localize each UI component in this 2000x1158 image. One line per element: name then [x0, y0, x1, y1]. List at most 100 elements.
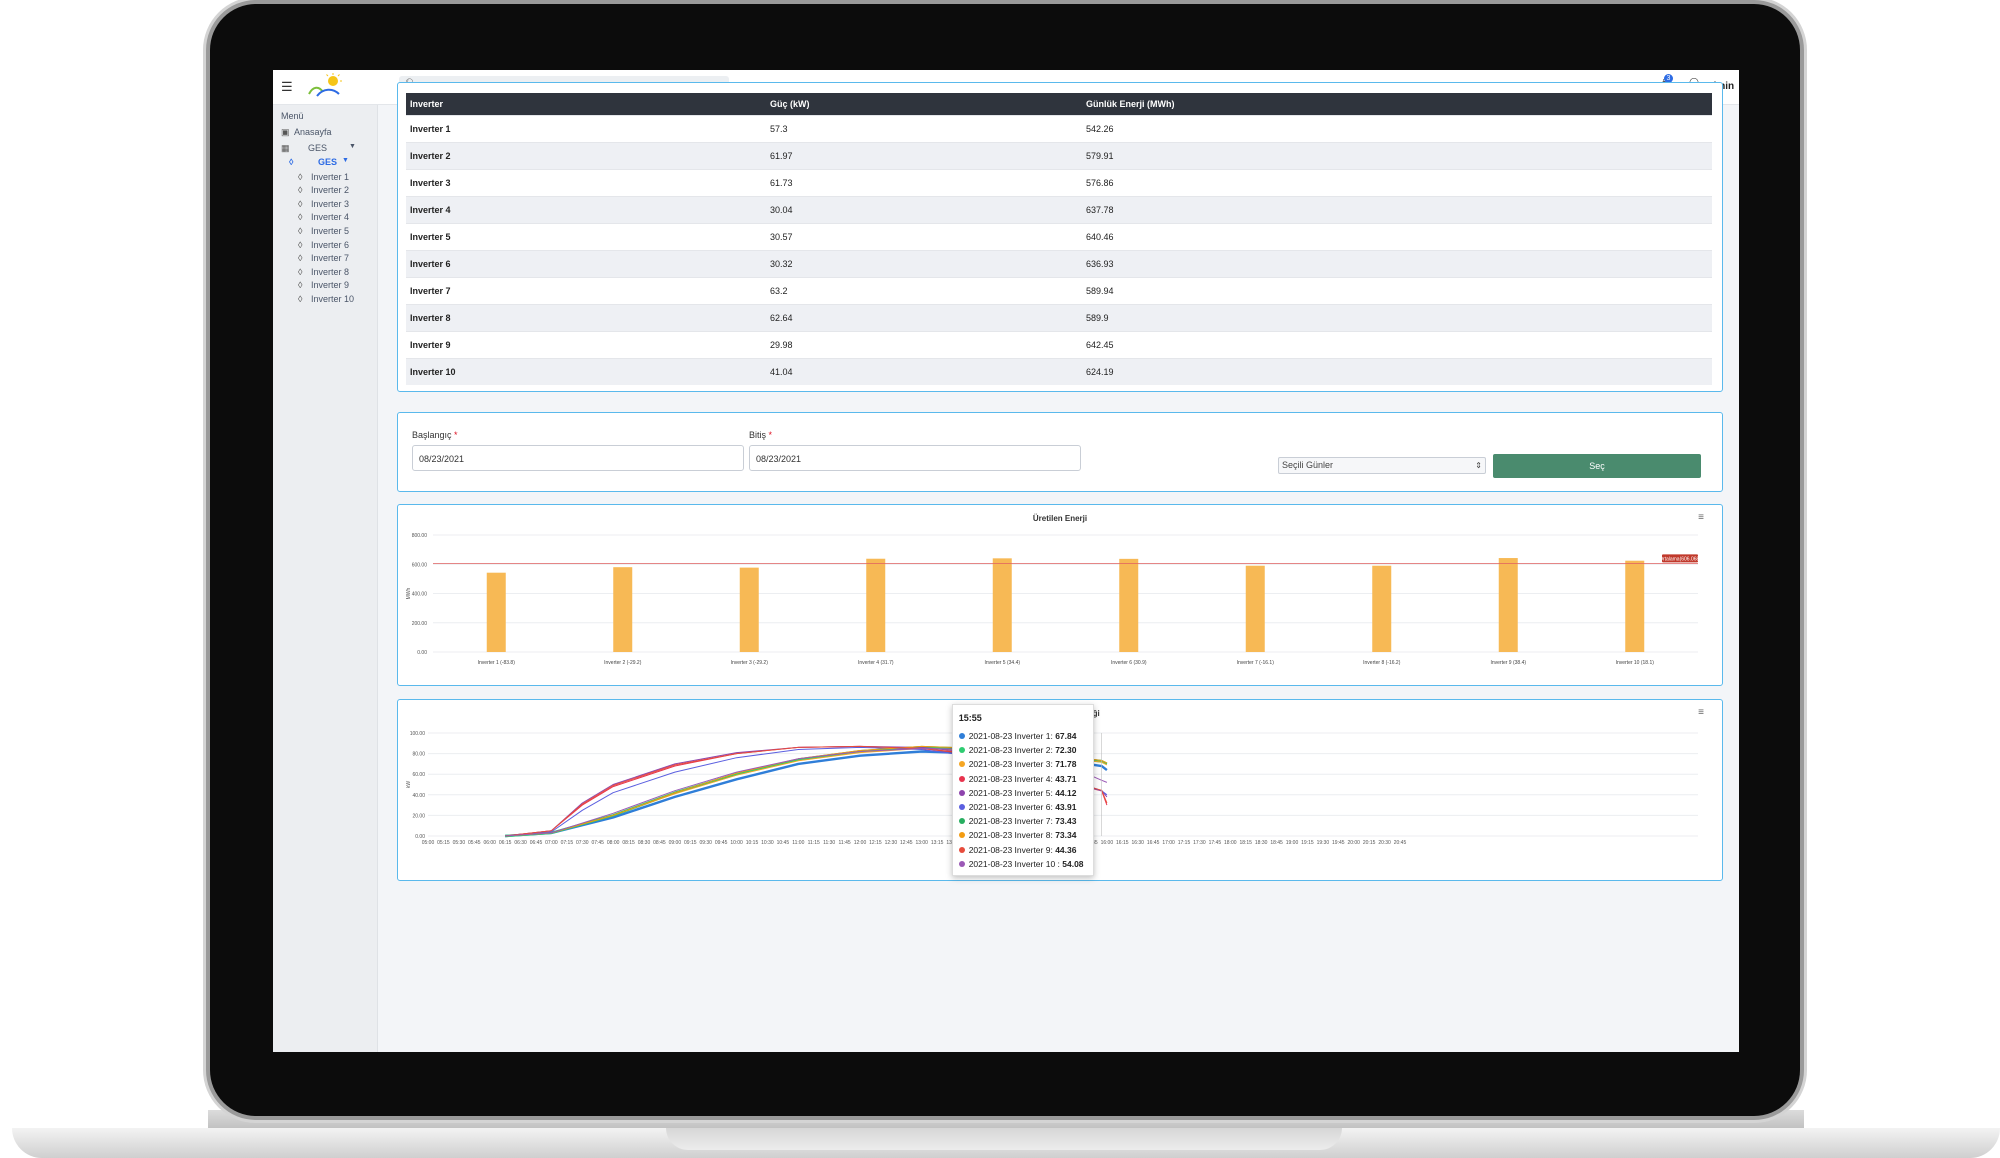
sidebar-item-inverter-8[interactable]: ◊ Inverter 8	[298, 267, 349, 277]
sidebar-item-inverter-10[interactable]: ◊ Inverter 10	[298, 294, 354, 304]
x-tick-label: 18:45	[1270, 840, 1283, 846]
x-tick-label: 11:00	[792, 840, 804, 846]
bar	[1119, 558, 1139, 652]
solar-panel-icon: ◊	[289, 157, 294, 167]
series-dot-icon	[958, 804, 965, 810]
hamburger-menu-icon[interactable]: ☰	[281, 79, 293, 95]
table-row: Inverter 7 63.2 589.94	[406, 277, 1712, 305]
x-tick-label: Inverter 6 (30.9)	[1111, 660, 1147, 666]
monitor-icon: ▣	[281, 127, 290, 137]
sidebar-item-home[interactable]: ▣ Anasayfa	[281, 127, 332, 138]
start-date-input[interactable]: 08/23/2021	[412, 445, 744, 471]
y-tick-label: 80.00	[412, 752, 425, 758]
x-tick-label: 16:15	[1116, 840, 1129, 846]
energy-cell: 624.19	[1082, 358, 1712, 385]
table-row: Inverter 6 30.32 636.93	[406, 250, 1712, 278]
column-header[interactable]: Inverter	[406, 93, 766, 116]
column-header[interactable]: Güç (kW)	[766, 93, 1082, 116]
table-row: Inverter 2 61.97 579.91	[406, 142, 1712, 170]
inverter-name-cell: Inverter 5	[406, 223, 766, 251]
table-header-row: Inverter Güç (kW) Günlük Enerji (MWh)	[406, 93, 1712, 116]
y-tick-label: 0.00	[417, 650, 427, 656]
y-tick-label: 60.00	[412, 772, 425, 778]
energy-cell: 579.91	[1082, 142, 1712, 170]
caret-down-icon: ▼	[342, 157, 349, 164]
x-tick-label: 07:15	[561, 840, 574, 846]
x-tick-label: 08:00	[607, 840, 620, 846]
table-row: Inverter 4 30.04 637.78	[406, 196, 1712, 224]
tooltip-series-name: 2021-08-23 Inverter 9:	[968, 844, 1056, 855]
x-tick-label: Inverter 9 (38.4)	[1490, 660, 1526, 666]
tooltip-series-name: 2021-08-23 Inverter 7:	[968, 816, 1056, 827]
energy-cell: 642.45	[1082, 331, 1712, 359]
energy-cell: 637.78	[1082, 196, 1712, 224]
x-tick-label: 13:00	[915, 840, 928, 846]
solar-panel-icon: ◊	[298, 240, 303, 250]
table-row: Inverter 8 62.64 589.9	[406, 304, 1712, 332]
y-tick-label: 200.00	[412, 621, 428, 627]
table-row: Inverter 10 41.04 624.19	[406, 358, 1712, 385]
table-row: Inverter 5 30.57 640.46	[406, 223, 1712, 251]
sidebar-item-inverter-7[interactable]: ◊ Inverter 7	[298, 253, 349, 263]
x-tick-label: Inverter 10 (18.1)	[1616, 660, 1655, 666]
inverter-name-cell: Inverter 8	[406, 304, 766, 332]
tooltip-row: 2021-08-23 Inverter 3: 71.78	[958, 759, 1077, 770]
solar-panel-icon: ◊	[298, 199, 303, 209]
end-date-input[interactable]: 08/23/2021	[749, 445, 1081, 471]
inverter-name-cell: Inverter 1	[406, 115, 766, 143]
sidebar-item-inverter-3[interactable]: ◊ Inverter 3	[298, 199, 349, 209]
x-tick-label: Inverter 5 (34.4)	[984, 660, 1020, 666]
select-button[interactable]: Seç	[1493, 454, 1701, 478]
sidebar-item-ges-sub[interactable]: ◊ GES ▼	[289, 157, 361, 167]
x-tick-label: 10:00	[730, 840, 743, 846]
y-axis-label: MWh	[406, 587, 412, 599]
x-tick-label: 05:30	[453, 840, 466, 846]
x-tick-label: 07:45	[591, 840, 604, 846]
inverter-name-cell: Inverter 10	[406, 358, 766, 385]
tooltip-value: 54.08	[1062, 858, 1084, 869]
x-tick-label: 16:30	[1131, 840, 1144, 846]
energy-cell: 636.93	[1082, 250, 1712, 278]
column-header[interactable]: Günlük Enerji (MWh)	[1082, 93, 1712, 116]
inverter-table-panel: Inverter Güç (kW) Günlük Enerji (MWh) In…	[397, 82, 1723, 392]
x-tick-label: 07:30	[576, 840, 589, 846]
sidebar-item-label: Inverter 1	[311, 172, 350, 182]
solar-panel-icon: ◊	[298, 294, 303, 304]
days-select[interactable]: Seçili Günler ⇕	[1278, 457, 1486, 474]
sidebar-item-ges-group[interactable]: ▦ GES ▼	[281, 143, 361, 154]
building-icon: ▦	[281, 143, 290, 153]
energy-cell: 589.9	[1082, 304, 1712, 332]
average-label: Ortalama(606.068)	[1659, 556, 1701, 562]
sidebar-item-inverter-5[interactable]: ◊ Inverter 5	[298, 226, 349, 236]
inverter-name-cell: Inverter 2	[406, 142, 766, 170]
tooltip-value: 71.78	[1055, 759, 1077, 770]
tooltip-row: 2021-08-23 Inverter 8: 73.34	[958, 830, 1076, 840]
tooltip-time: 15:55	[958, 713, 982, 723]
table-row: Inverter 3 61.73 576.86	[406, 169, 1712, 197]
x-tick-label: 08:15	[622, 840, 635, 846]
solar-panel-icon: ◊	[298, 280, 303, 290]
tooltip-row: 2021-08-23 Inverter 10 : 54.08	[958, 858, 1084, 869]
select-arrows-icon: ⇕	[1475, 461, 1482, 470]
x-tick-label: 12:15	[869, 840, 882, 846]
y-tick-label: 40.00	[412, 793, 425, 799]
x-tick-label: 09:45	[715, 840, 728, 846]
solar-panel-icon: ◊	[298, 253, 303, 263]
x-tick-label: 05:00	[422, 840, 435, 846]
sidebar-item-inverter-2[interactable]: ◊ Inverter 2	[298, 185, 349, 195]
x-tick-label: 12:00	[854, 840, 867, 846]
sidebar-item-label: Inverter 2	[311, 185, 350, 195]
power-cell: 63.2	[766, 277, 1082, 305]
chart-tooltip: 15:55 2021-08-23 Inverter 1: 67.84 2021-0…	[951, 704, 1094, 876]
bar	[1625, 560, 1645, 652]
energy-cell: 542.26	[1082, 115, 1712, 143]
tooltip-row: 2021-08-23 Inverter 1: 67.84	[958, 731, 1076, 741]
sidebar-item-inverter-4[interactable]: ◊ Inverter 4	[298, 212, 349, 222]
x-tick-label: 11:15	[808, 840, 820, 846]
sidebar-item-inverter-6[interactable]: ◊ Inverter 6	[298, 240, 349, 250]
bar	[739, 567, 759, 652]
bar	[1245, 565, 1265, 652]
sidebar-item-inverter-9[interactable]: ◊ Inverter 9	[298, 280, 349, 290]
sidebar-item-inverter-1[interactable]: ◊ Inverter 1	[298, 172, 349, 182]
x-tick-label: 06:15	[499, 840, 512, 846]
